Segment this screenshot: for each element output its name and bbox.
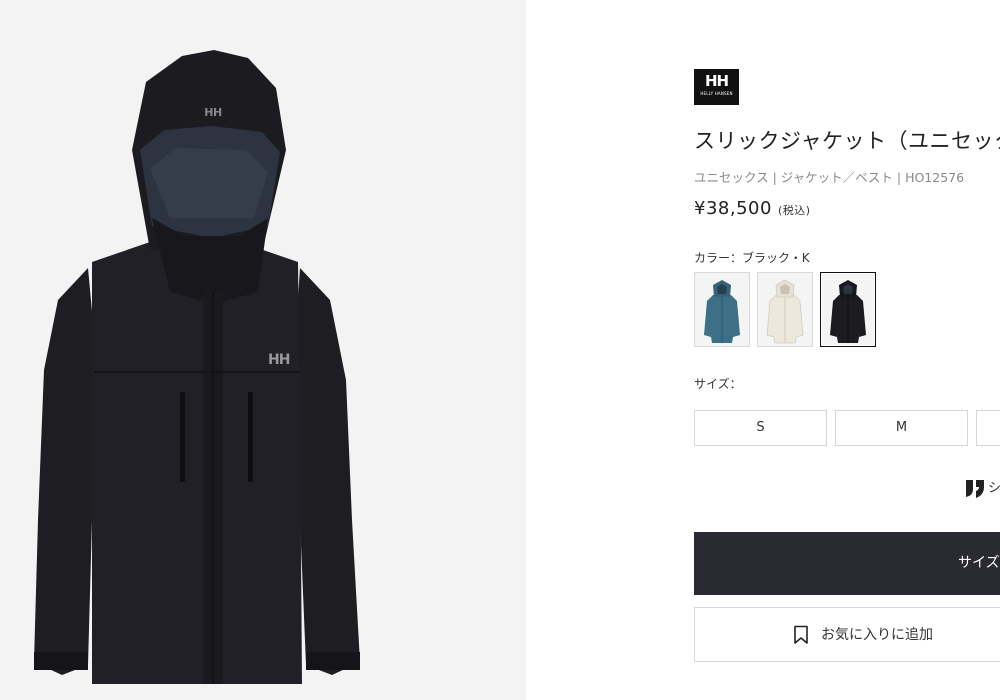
brand-logo[interactable]: HH HELLY HANSEN <box>694 69 739 105</box>
share-label: シ <box>988 481 1000 496</box>
jacket-thumbnail-blue <box>704 280 740 343</box>
cart-button-label: サイズ <box>958 555 1000 571</box>
product-title: スリックジャケット（ユニセック <box>694 129 1000 153</box>
svg-text:HH: HH <box>204 106 222 119</box>
share-button[interactable]: シ <box>964 478 1000 500</box>
add-to-favorites-button[interactable]: お気に入りに追加 <box>694 607 1000 662</box>
size-option-l[interactable] <box>976 410 1000 446</box>
favorites-label: お気に入りに追加 <box>821 627 933 643</box>
product-detail-panel: HH HELLY HANSEN スリックジャケット（ユニセック ユニセックス |… <box>526 0 1000 700</box>
product-meta: ユニセックス | ジャケット／ベスト | HO12576 <box>694 170 965 185</box>
color-swatch-black[interactable] <box>820 272 876 347</box>
chest-logo: HH <box>268 352 290 368</box>
size-option-s[interactable]: S <box>694 410 827 446</box>
share-icon <box>966 480 984 498</box>
jacket-main-image: HH <box>34 50 360 684</box>
jacket-thumbnail-black <box>830 280 866 343</box>
color-label: カラー：ブラック・K <box>694 251 810 265</box>
add-to-cart-button[interactable]: サイズ <box>694 532 1000 595</box>
product-image-gallery[interactable]: HH HH <box>0 0 526 700</box>
jacket-thumbnail-white <box>766 279 804 344</box>
bookmark-icon <box>794 625 808 644</box>
price-value: ¥38,500 <box>694 198 772 219</box>
size-option-m[interactable]: M <box>835 410 968 446</box>
brand-logo-sub: HELLY HANSEN <box>700 91 733 96</box>
color-swatch-blue[interactable] <box>694 272 750 347</box>
product-price: ¥38,500 (税込) <box>694 198 811 220</box>
brand-logo-mark: HH <box>704 72 729 90</box>
color-swatch-white[interactable] <box>757 272 813 347</box>
size-label: サイズ： <box>694 377 742 391</box>
tax-note: (税込) <box>777 204 811 217</box>
